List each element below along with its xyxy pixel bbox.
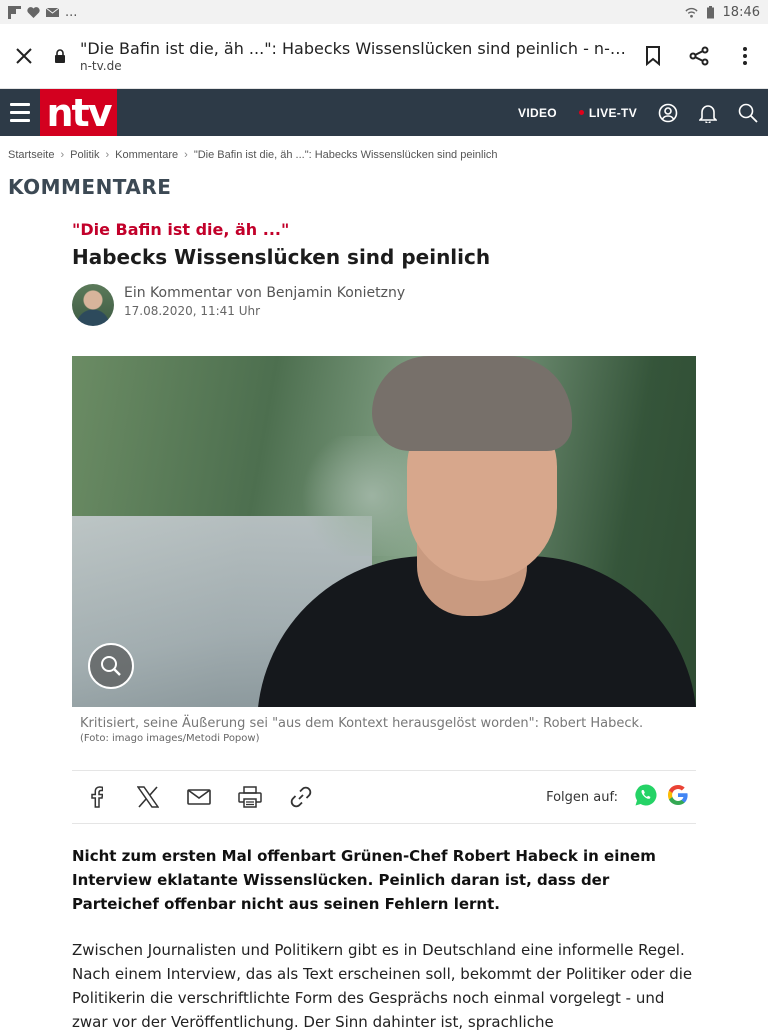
follow-label: Folgen auf: <box>546 789 618 805</box>
image-zoom-button[interactable] <box>88 643 134 689</box>
status-ellipsis: ... <box>65 4 78 20</box>
page-domain: n-tv.de <box>80 59 122 73</box>
wifi-icon <box>684 7 698 18</box>
url-info[interactable]: "Die Bafin ist die, äh ...": Habecks Wis… <box>72 39 630 73</box>
share-button[interactable] <box>676 32 722 80</box>
facebook-icon <box>91 786 103 808</box>
author-avatar[interactable] <box>72 284 114 326</box>
breadcrumb-politik[interactable]: Politik <box>70 149 99 161</box>
heart-icon <box>27 6 40 18</box>
article-hero-image[interactable] <box>72 356 696 707</box>
author-info: Ein Kommentar von Benjamin Konietzny 17.… <box>72 284 696 326</box>
share-facebook-button[interactable] <box>72 786 122 808</box>
image-credit: (Foto: imago images/Metodi Popow) <box>80 733 260 744</box>
x-icon <box>136 786 159 808</box>
article-headline: Habecks Wissenslücken sind peinlich <box>72 245 491 269</box>
live-indicator <box>578 110 584 115</box>
link-icon <box>290 786 311 808</box>
share-x-button[interactable] <box>122 786 173 808</box>
live-tv-link[interactable]: LIVE-TV <box>568 106 648 120</box>
breadcrumb-separator: › <box>184 149 188 161</box>
bookmark-button[interactable] <box>630 32 676 80</box>
close-icon <box>16 48 32 64</box>
whatsapp-icon <box>635 784 657 806</box>
google-icon <box>668 785 688 805</box>
breadcrumb-current: "Die Bafin ist die, äh ...": Habecks Wis… <box>193 149 498 161</box>
article-body: Zwischen Journalisten und Politikern gib… <box>72 941 693 1031</box>
zoom-icon <box>101 656 121 676</box>
author-name[interactable]: Ein Kommentar von Benjamin Konietzny <box>124 285 405 301</box>
follow-whatsapp-button[interactable] <box>634 783 658 811</box>
print-icon <box>237 786 262 808</box>
copy-link-button[interactable] <box>275 785 326 809</box>
breadcrumb-startseite[interactable]: Startseite <box>8 149 54 161</box>
bell-icon <box>699 104 717 123</box>
publish-date: 17.08.2020, 11:41 Uhr <box>124 304 261 318</box>
search-icon <box>738 103 758 123</box>
bookmark-icon <box>646 46 660 66</box>
share-icon <box>689 46 709 66</box>
article: "Die Bafin ist die, äh ..." Habecks Wiss… <box>0 220 768 1034</box>
article-lead: Nicht zum ersten Mal offenbart Grünen-Ch… <box>72 847 656 913</box>
breadcrumb: Startseite › Politik › Kommentare › "Die… <box>0 136 768 161</box>
section-title[interactable]: KOMMENTARE <box>0 161 768 199</box>
mail-notification-icon <box>46 7 59 17</box>
live-tv-label: LIVE-TV <box>588 105 637 120</box>
print-button[interactable] <box>224 786 275 808</box>
security-indicator[interactable] <box>48 49 72 63</box>
mail-icon <box>186 789 211 805</box>
follow-google-button[interactable] <box>666 783 690 811</box>
search-button[interactable] <box>728 89 768 136</box>
lock-icon <box>55 49 65 63</box>
flipboard-icon <box>8 5 21 19</box>
image-caption: Kritisiert, seine Äußerung sei "aus dem … <box>80 716 644 731</box>
breadcrumb-separator: › <box>105 149 110 161</box>
notifications-button[interactable] <box>688 89 728 136</box>
menu-button[interactable] <box>0 89 40 136</box>
status-time: 18:46 <box>722 4 760 20</box>
share-mail-button[interactable] <box>173 789 224 805</box>
account-button[interactable] <box>648 89 688 136</box>
browser-url-bar: "Die Bafin ist die, äh ...": Habecks Wis… <box>0 24 768 89</box>
ntv-logo[interactable]: ntv <box>40 89 117 136</box>
more-menu-button[interactable] <box>722 32 768 80</box>
more-icon <box>743 47 747 65</box>
page-title: "Die Bafin ist die, äh ...": Habecks Wis… <box>80 39 630 58</box>
status-bar: ... 18:46 <box>0 0 768 24</box>
follow-section: Folgen auf: <box>546 783 696 811</box>
battery-icon <box>706 5 714 18</box>
site-header: ntv VIDEO LIVE-TV <box>0 89 768 136</box>
breadcrumb-separator: › <box>60 149 65 161</box>
article-kicker: "Die Bafin ist die, äh ..." <box>72 220 290 239</box>
breadcrumb-kommentare[interactable]: Kommentare <box>115 149 178 161</box>
share-bar: Folgen auf: <box>72 770 696 824</box>
user-icon <box>658 103 678 122</box>
close-tab-button[interactable] <box>0 32 48 80</box>
video-link[interactable]: VIDEO <box>507 106 568 120</box>
